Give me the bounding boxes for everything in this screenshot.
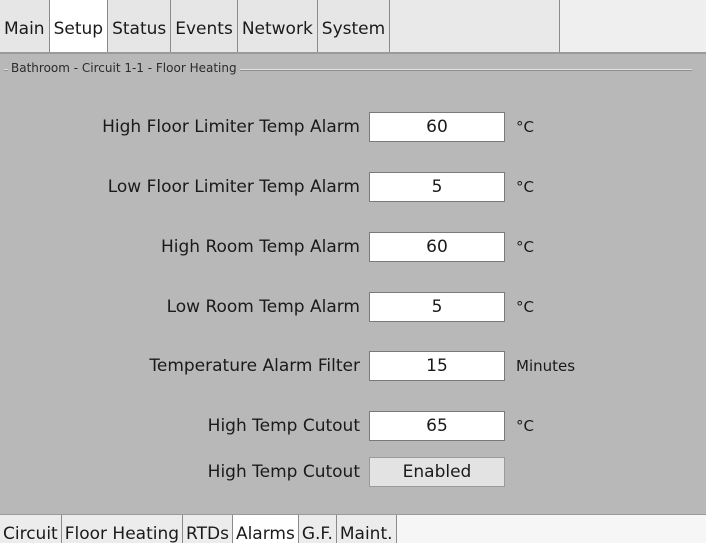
high-room-temp-alarm-input[interactable]: 60 [369, 232, 505, 262]
temperature-alarm-filter-input[interactable]: 15 [369, 351, 505, 381]
row-low-room-temp-alarm: Low Room Temp Alarm 5 °C [0, 292, 706, 322]
alarms-setup-screen: Main Setup Status Events Network System … [0, 0, 706, 544]
low-floor-limiter-temp-alarm-input[interactable]: 5 [369, 172, 505, 202]
row-high-room-temp-alarm: High Room Temp Alarm 60 °C [0, 232, 706, 262]
row-high-floor-limiter-temp-alarm: High Floor Limiter Temp Alarm 60 °C [0, 112, 706, 142]
row-label: High Room Temp Alarm [160, 237, 360, 257]
row-temperature-alarm-filter: Temperature Alarm Filter 15 Minutes [0, 351, 706, 381]
row-unit: °C [516, 298, 534, 316]
row-label: Temperature Alarm Filter [149, 356, 360, 376]
tab-empty-slot [390, 0, 561, 52]
row-unit: °C [516, 417, 534, 435]
row-unit: °C [516, 238, 534, 256]
tab-gf[interactable]: G.F. [298, 515, 337, 544]
bottom-tab-filler [396, 515, 706, 543]
row-unit: Minutes [516, 357, 576, 375]
tab-alarms[interactable]: Alarms [232, 515, 299, 544]
tab-maint[interactable]: Maint. [336, 515, 397, 544]
tab-floor-heating[interactable]: Floor Heating [61, 515, 184, 544]
tab-events[interactable]: Events [171, 0, 238, 52]
row-label: Low Room Temp Alarm [166, 297, 360, 317]
row-label: High Temp Cutout [207, 462, 360, 482]
row-label: High Temp Cutout [207, 416, 360, 436]
group-caption: Bathroom - Circuit 1-1 - Floor Heating [8, 60, 240, 76]
tab-rtds[interactable]: RTDs [183, 515, 233, 544]
row-unit: °C [516, 118, 534, 136]
row-label: High Floor Limiter Temp Alarm [102, 117, 360, 137]
tab-circuit[interactable]: Circuit [0, 515, 62, 544]
tab-main[interactable]: Main [0, 0, 50, 52]
row-high-temp-cutout: High Temp Cutout 65 °C [0, 411, 706, 441]
tab-network[interactable]: Network [237, 0, 318, 52]
tab-status[interactable]: Status [108, 0, 172, 52]
bottom-tab-bar: Circuit Floor Heating RTDs Alarms G.F. M… [0, 514, 706, 544]
row-high-temp-cutout-toggle: High Temp Cutout Enabled [0, 457, 706, 487]
high-floor-limiter-temp-alarm-input[interactable]: 60 [369, 112, 505, 142]
high-temp-cutout-input[interactable]: 65 [369, 411, 505, 441]
tab-bar-filler [560, 0, 706, 52]
top-tab-bar: Main Setup Status Events Network System [0, 0, 706, 52]
row-unit: °C [516, 178, 534, 196]
row-low-floor-limiter-temp-alarm: Low Floor Limiter Temp Alarm 5 °C [0, 172, 706, 202]
settings-panel: Bathroom - Circuit 1-1 - Floor Heating H… [0, 52, 706, 514]
tab-setup[interactable]: Setup [49, 0, 109, 52]
tab-system[interactable]: System [317, 0, 391, 52]
row-label: Low Floor Limiter Temp Alarm [107, 177, 360, 197]
high-temp-cutout-toggle-button[interactable]: Enabled [369, 457, 505, 487]
low-room-temp-alarm-input[interactable]: 5 [369, 292, 505, 322]
